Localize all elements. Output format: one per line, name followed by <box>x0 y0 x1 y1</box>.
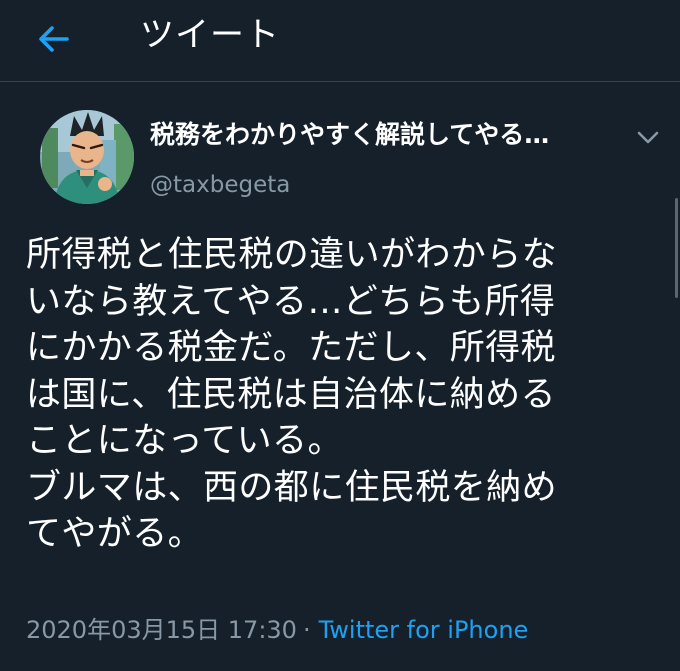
tweet-metadata: 2020年03月15日 17:30 · Twitter for iPhone <box>26 614 528 646</box>
tweet-source-link[interactable]: Twitter for iPhone <box>319 616 529 644</box>
tweet-text-line: 所得税と住民税の違いがわからな <box>26 235 558 275</box>
scrollbar[interactable] <box>675 198 678 298</box>
tweet-timestamp: 2020年03月15日 17:30 <box>26 616 297 644</box>
tweet-text-line: てやがる。 <box>26 514 204 554</box>
avatar[interactable] <box>40 110 134 204</box>
tweet-text: 所得税と住民税の違いがわからな いなら教えてやる…どちらも所得 にかかる税金だ。… <box>26 232 656 558</box>
arrow-left-icon <box>39 26 69 52</box>
chevron-down-icon <box>637 131 659 144</box>
author-display-name[interactable]: 税務をわかりやすく解説してやる… <box>150 118 549 152</box>
back-button[interactable] <box>30 16 76 62</box>
tweet-text-line: にかかる税金だ。ただし、所得税 <box>26 328 556 368</box>
tweet-text-line: ことになっている。 <box>26 421 343 461</box>
tweet-text-line: いなら教えてやる…どちらも所得 <box>26 281 556 322</box>
more-options-button[interactable] <box>632 124 664 152</box>
author-handle[interactable]: @taxbegeta <box>150 170 290 200</box>
meta-separator: · <box>302 616 311 644</box>
page-title: ツイート <box>140 15 280 55</box>
user-avatar-icon <box>40 110 134 204</box>
tweet-text-line: ブルマは、西の都に住民税を納め <box>26 467 558 508</box>
top-app-bar: ツイート <box>0 0 680 82</box>
tweet-text-line: は国に、住民税は自治体に納める <box>26 374 556 415</box>
